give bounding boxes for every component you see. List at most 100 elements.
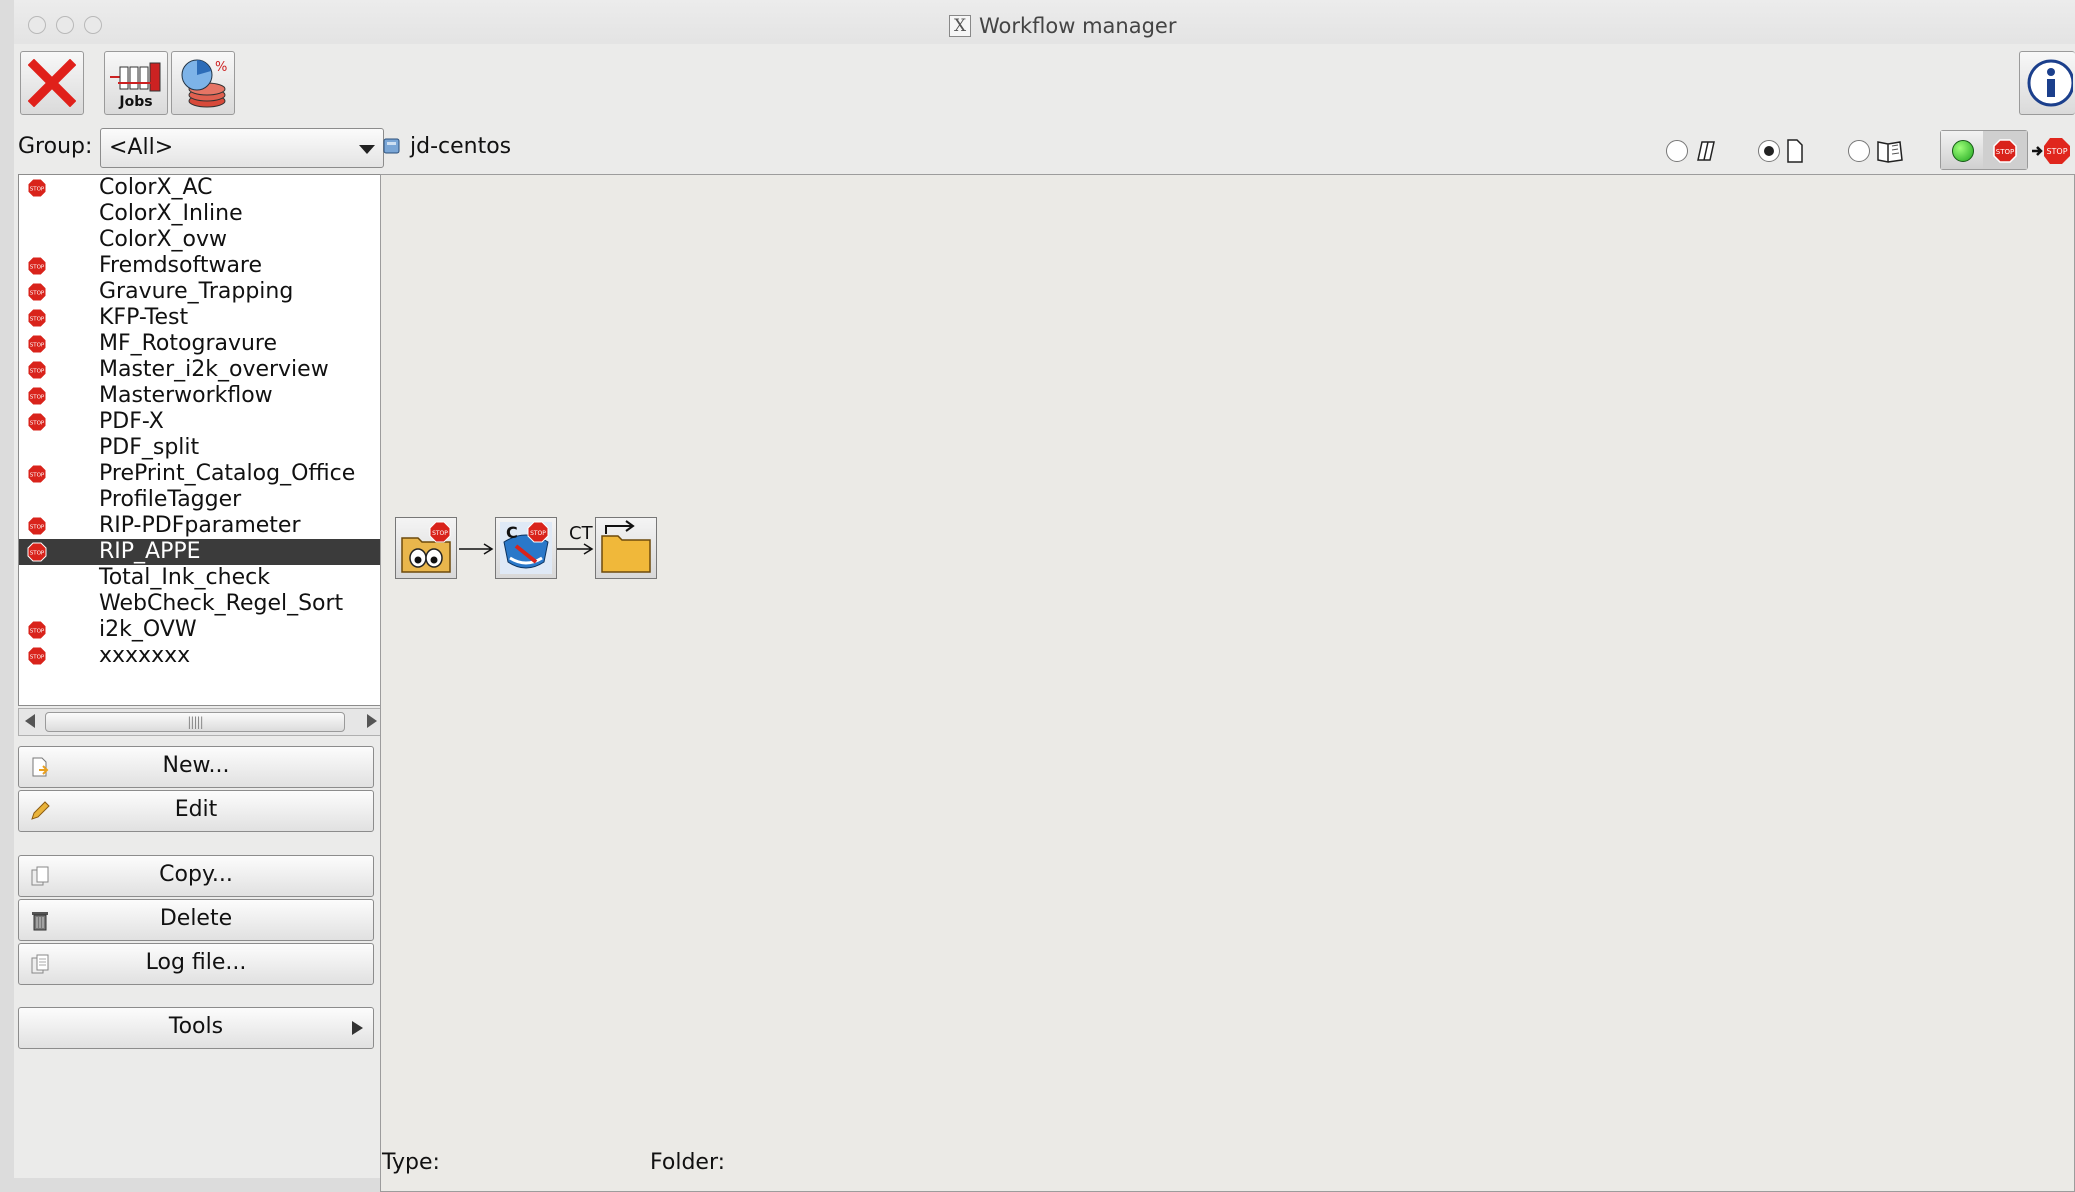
stop-sign-icon: STOP [27,282,47,302]
svg-text:STOP: STOP [30,291,45,297]
folder-label: Folder: [650,1150,726,1175]
arrow-to-stop-icon[interactable]: STOP [2030,134,2075,166]
status-controls: STOP [1940,130,2028,170]
stop-sign-icon: STOP [27,516,47,536]
hotfolder-eyes-icon: STOP [401,521,451,573]
svg-text:STOP: STOP [30,265,45,271]
workflow-list-item[interactable]: STOP RIP_APPE [19,539,383,565]
hotfolder-node[interactable]: STOP [395,517,457,579]
scrollbar-thumb[interactable]: ||||| [45,712,345,732]
single-page-icon [1787,139,1803,163]
window-title-text: Workflow manager [979,14,1177,38]
color-server-node[interactable]: C STOP [495,517,557,579]
view-mode-radio-book[interactable] [1848,140,1870,162]
stop-sign-icon: STOP [1993,139,2017,163]
workflow-name: PrePrint_Catalog_Office [99,461,356,486]
tools-button[interactable]: Tools [18,1007,374,1049]
workflow-list[interactable]: STOP ColorX_AC ColorX_Inline ColorX_ovw STOP… [18,174,384,706]
svg-text:STOP: STOP [2046,147,2067,156]
group-select[interactable]: <All> [100,128,384,168]
workflow-name: Master_i2k_overview [99,357,329,382]
close-window-button[interactable] [28,16,46,34]
svg-text:STOP: STOP [30,317,45,323]
workflow-name: RIP_APPE [99,539,201,564]
start-toggle[interactable] [1941,131,1984,169]
stop-toggle[interactable]: STOP [1983,131,2027,169]
workflow-name: Gravure_Trapping [99,279,294,304]
workflow-list-item[interactable]: ColorX_ovw [19,227,383,253]
view-mode-radio-single[interactable] [1758,140,1780,162]
workflow-list-item[interactable]: STOP Fremdsoftware [19,253,383,279]
svg-text:STOP: STOP [432,530,448,537]
workflow-name: PDF-X [99,409,164,434]
copy-button-label: Copy... [159,862,233,887]
connector-arrow [459,543,494,555]
edit-button-label: Edit [174,797,218,822]
stop-sign-icon: STOP [27,256,47,276]
workflow-name: MF_Rotogravure [99,331,278,356]
jobs-button[interactable]: Jobs [104,51,168,115]
svg-text:STOP: STOP [30,525,45,531]
svg-text:STOP: STOP [530,530,546,537]
horizontal-scrollbar[interactable]: ||||| [18,708,384,736]
red-x-icon [28,59,76,107]
workflow-name: WebCheck_Regel_Sort [99,591,344,616]
workflow-list-item[interactable]: STOP MF_Rotogravure [19,331,383,357]
stop-sign-icon: STOP [27,308,47,328]
workflow-name: i2k_OVW [99,617,197,642]
workflow-list-item[interactable]: STOP xxxxxxx [19,643,383,669]
workflow-name: RIP-PDFparameter [99,513,301,538]
info-button[interactable] [2019,51,2075,115]
book-icon [1877,141,1903,163]
copy-icon [31,866,49,886]
workflow-list-item[interactable]: WebCheck_Regel_Sort [19,591,383,617]
svg-text:STOP: STOP [30,369,45,375]
new-document-icon [32,757,49,777]
workflow-list-item[interactable]: PDF_split [19,435,383,461]
workflow-name: ColorX_AC [99,175,213,200]
edit-button[interactable]: Edit [18,790,374,832]
workflow-list-item[interactable]: STOP i2k_OVW [19,617,383,643]
stop-sign-icon: STOP [27,178,47,198]
delete-button[interactable]: Delete [18,899,374,941]
scroll-right-icon[interactable] [367,714,377,728]
trash-icon [32,912,48,931]
svg-text:STOP: STOP [30,473,45,479]
zoom-window-button[interactable] [84,16,102,34]
quit-button[interactable] [20,51,84,115]
workflow-list-item[interactable]: STOP PDF-X [19,409,383,435]
stop-sign-icon: STOP [27,646,47,666]
workflow-name: Fremdsoftware [99,253,263,278]
workflow-list-item[interactable]: STOP Master_i2k_overview [19,357,383,383]
workflow-list-item[interactable]: STOP Masterworkflow [19,383,383,409]
workflow-list-item[interactable]: Total_Ink_check [19,565,383,591]
workflow-list-item[interactable]: STOP KFP-Test [19,305,383,331]
view-mode-radio-multi[interactable] [1666,140,1688,162]
minimize-window-button[interactable] [56,16,74,34]
tools-button-label: Tools [168,1014,224,1039]
dropdown-arrow-icon [359,145,375,154]
workflow-list-item[interactable]: ColorX_Inline [19,201,383,227]
new-button[interactable]: New... [18,746,374,788]
workflow-list-item[interactable]: STOP PrePrint_Catalog_Office [19,461,383,487]
statistics-button[interactable]: % [171,51,235,115]
type-label: Type: [382,1150,440,1175]
pie-chart-disk-icon: % [181,59,227,108]
workflow-list-item[interactable]: ProfileTagger [19,487,383,513]
workflow-canvas[interactable]: STOP C STOP CT [380,174,2075,1192]
workflow-list-item[interactable]: STOP RIP-PDFparameter [19,513,383,539]
log-file-button[interactable]: Log file... [18,943,374,985]
info-icon [2027,59,2073,107]
color-server-icon: C STOP [500,521,552,574]
stop-sign-icon: STOP [27,620,47,640]
stop-sign-icon: STOP [27,542,47,562]
copy-button[interactable]: Copy... [18,855,374,897]
workflow-list-item[interactable]: STOP Gravure_Trapping [19,279,383,305]
workflow-list-item[interactable]: STOP ColorX_AC [19,175,383,201]
stop-sign-icon: STOP [27,412,47,432]
scroll-left-icon[interactable] [25,714,35,728]
svg-text:C: C [506,523,518,542]
output-folder-node[interactable] [595,517,657,579]
svg-text:STOP: STOP [30,395,45,401]
svg-text:STOP: STOP [30,421,45,427]
